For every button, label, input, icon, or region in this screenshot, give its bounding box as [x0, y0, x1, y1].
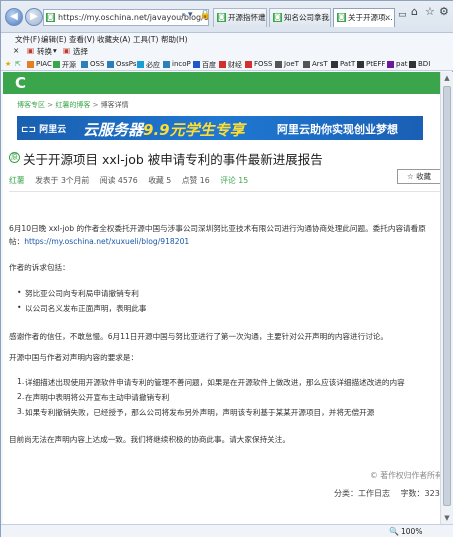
tab-favicon-icon: ◙ — [337, 13, 346, 22]
original-badge-icon: 原 — [9, 152, 20, 163]
like-count: 点赞 16 — [181, 176, 210, 185]
list-item: • 以公司名义发布正面声明，表明此事 — [17, 303, 147, 313]
divider — [9, 191, 440, 192]
ad-brand: ⊏⊐ 阿里云 — [21, 125, 67, 135]
published-time: 发表于 3个月前 — [35, 176, 90, 185]
menu-view[interactable]: 查看(V) — [69, 34, 95, 45]
tab-favicon-icon: ◙ — [273, 13, 282, 22]
tab-1[interactable]: ◙ 开源指怀遭遇... — [213, 8, 267, 27]
browser-window: ◀ ▶ ◙ https://my.oschina.net/javayou/blo… — [0, 0, 453, 537]
tab-label: 知名公司拿我... — [284, 13, 331, 22]
tab-label: 开源指怀遭遇... — [228, 13, 266, 22]
fav-item[interactable]: BDI — [409, 60, 430, 68]
list-item: 2. 在声明中表明将公开宣布主动申请撤销专利 — [17, 392, 170, 402]
fav-item[interactable]: incoP — [163, 60, 191, 68]
menu-tools[interactable]: 工具(T) — [133, 34, 158, 45]
comment-link[interactable]: 评论 15 — [220, 176, 248, 185]
status-bar: 🔍 100% — [1, 524, 453, 537]
paragraph-5: 目前尚无法在声明内容上达成一致。我们将继续积极的协商此事。请大家保持关注。 — [9, 435, 290, 444]
menu-help[interactable]: 帮助(H) — [161, 34, 188, 45]
ad-headline: 云服务器9.9元学生专享 — [83, 121, 245, 139]
menu-favorites[interactable]: 收藏夹(A) — [97, 34, 130, 45]
breadcrumb-current: 博客详情 — [100, 101, 129, 109]
page-content: C 博客专区 > 红薯的博客 > 博客详情 ⊏⊐ 阿里云 云服务器9.9元学生专… — [3, 72, 440, 524]
collect-count: 收藏 5 — [148, 176, 172, 185]
tab-3[interactable]: ◙ 关于开源项... × — [333, 8, 395, 27]
copyright-notice: © 著作权归作者所有 — [370, 471, 440, 480]
page-title: 关于开源项目 xxl-job 被申请专利的事件最新进展报告 — [23, 152, 323, 167]
fav-item[interactable]: OSS — [81, 60, 104, 68]
breadcrumb-space[interactable]: 博客专区 — [17, 101, 45, 109]
command-bar: × ▣ 转换 ▾ ▣ 选择 — [1, 45, 453, 58]
fav-item[interactable]: OssPs — [107, 60, 137, 68]
list-item: • 努比亚公司向专利局申请撤销专利 — [17, 288, 139, 298]
select-icon: ▣ — [63, 46, 71, 55]
scroll-up-icon[interactable]: ▲ — [441, 72, 453, 84]
fav-item[interactable]: 财经 — [219, 60, 242, 70]
tab-2[interactable]: ◙ 知名公司拿我... — [269, 8, 331, 27]
fav-item[interactable]: PIAC — [27, 60, 52, 68]
category-label[interactable]: 分类：工作日志 — [334, 489, 390, 498]
original-post-link[interactable]: https://my.oschina.net/xuxueli/blog/9182… — [24, 237, 189, 246]
post-meta: 红薯 发表于 3个月前 阅读 4576 收藏 5 点赞 16 评论 15 — [9, 175, 256, 186]
forward-button[interactable]: ▶ — [25, 8, 43, 26]
list-item: 3. 如果专利撤销失败，已经授予，那么公司将发布另外声明，声明该专利基于某某开源项… — [17, 407, 375, 417]
search-dropdown-icon[interactable]: ⌕▾ — [181, 10, 195, 20]
favorites-add-icon[interactable]: ⇱ — [15, 60, 21, 68]
browser-title-bar: ◀ ▶ ◙ https://my.oschina.net/javayou/blo… — [1, 1, 453, 33]
site-favicon-icon: ◙ — [46, 13, 55, 22]
fav-item[interactable]: 开源 — [53, 60, 76, 70]
select-button[interactable]: 选择 — [73, 46, 88, 57]
favorites-bar: ★ ⇱ PIAC 开源 OSS OssPs 必应 incoP 百度 财经 FOS… — [1, 58, 453, 71]
paragraph-2: 作者的诉求包括： — [9, 263, 70, 272]
fav-item[interactable]: PatT — [331, 60, 355, 68]
tab-favicon-icon: ◙ — [217, 13, 226, 22]
convert-button[interactable]: 转换 — [37, 46, 52, 57]
fav-item[interactable]: pat — [387, 60, 407, 68]
ad-tagline: 阿里云助你实现创业梦想 — [277, 123, 398, 136]
fav-item[interactable]: PtEFF — [357, 60, 385, 68]
category-line: 分类：工作日志 字数：323 — [334, 488, 440, 499]
new-tab-icon[interactable]: ▭ — [398, 10, 407, 20]
fav-item[interactable]: ArsT — [303, 60, 328, 68]
fav-item[interactable]: JoeT — [275, 60, 299, 68]
word-count: 字数：323 — [400, 489, 440, 498]
site-header: C — [3, 72, 440, 94]
zoom-level[interactable]: 100% — [401, 527, 422, 536]
zoom-icon[interactable]: 🔍 — [389, 527, 399, 536]
ad-banner[interactable]: ⊏⊐ 阿里云 云服务器9.9元学生专享 阿里云助你实现创业梦想 — [17, 116, 423, 140]
breadcrumb-user[interactable]: 红薯的博客 — [55, 101, 90, 109]
author-link[interactable]: 红薯 — [9, 176, 25, 185]
close-tab-icon[interactable]: × — [384, 9, 391, 26]
fav-item[interactable]: 必应 — [137, 60, 160, 70]
star-icon: ☆ — [406, 172, 414, 181]
home-icon[interactable]: ⌂ — [411, 5, 418, 18]
paragraph-3: 感谢作者的信任，不敢怠慢。6月11日开源中国与努比亚进行了第一次沟通，主要针对公… — [9, 332, 388, 341]
menu-file[interactable]: 文件(F) — [15, 34, 40, 45]
scroll-down-icon[interactable]: ▼ — [441, 512, 453, 524]
menu-bar: 文件(F) 编辑(E) 查看(V) 收藏夹(A) 工具(T) 帮助(H) — [1, 33, 453, 45]
vertical-scrollbar[interactable]: ▲ ▼ — [440, 72, 453, 524]
fav-item[interactable]: FOSS — [245, 60, 272, 68]
collect-button[interactable]: ☆ 收藏 — [397, 169, 440, 184]
back-button[interactable]: ◀ — [5, 8, 23, 26]
paragraph-4: 开源中国与作者对声明内容的要求是： — [9, 353, 139, 362]
fav-item[interactable]: 百度 — [193, 60, 216, 70]
settings-gear-icon[interactable]: ⚙ — [439, 5, 449, 18]
scroll-thumb[interactable] — [443, 86, 451, 506]
favorites-star-icon[interactable]: ☆ — [425, 5, 435, 18]
convert-dropdown-icon[interactable]: ▾ — [53, 46, 57, 55]
paragraph-1: 6月10日晚 xxl-job 的作者全权委托开源中国与涉事公司深圳努比亚技术有限… — [9, 224, 426, 246]
favorites-star-icon[interactable]: ★ — [5, 60, 11, 68]
close-icon[interactable]: × — [13, 46, 19, 55]
list-item: 1. 详细描述出现使用开源软件申请专利的管理不善问题，如果是在开源软件上做改进，那… — [17, 377, 405, 387]
breadcrumb: 博客专区 > 红薯的博客 > 博客详情 — [17, 101, 129, 109]
lock-icon[interactable]: 🔒 — [199, 10, 212, 20]
read-count: 阅读 4576 — [99, 176, 138, 185]
oschina-logo-icon[interactable]: C — [15, 75, 31, 91]
convert-icon: ▣ — [27, 46, 35, 55]
menu-edit[interactable]: 编辑(E) — [41, 34, 67, 45]
